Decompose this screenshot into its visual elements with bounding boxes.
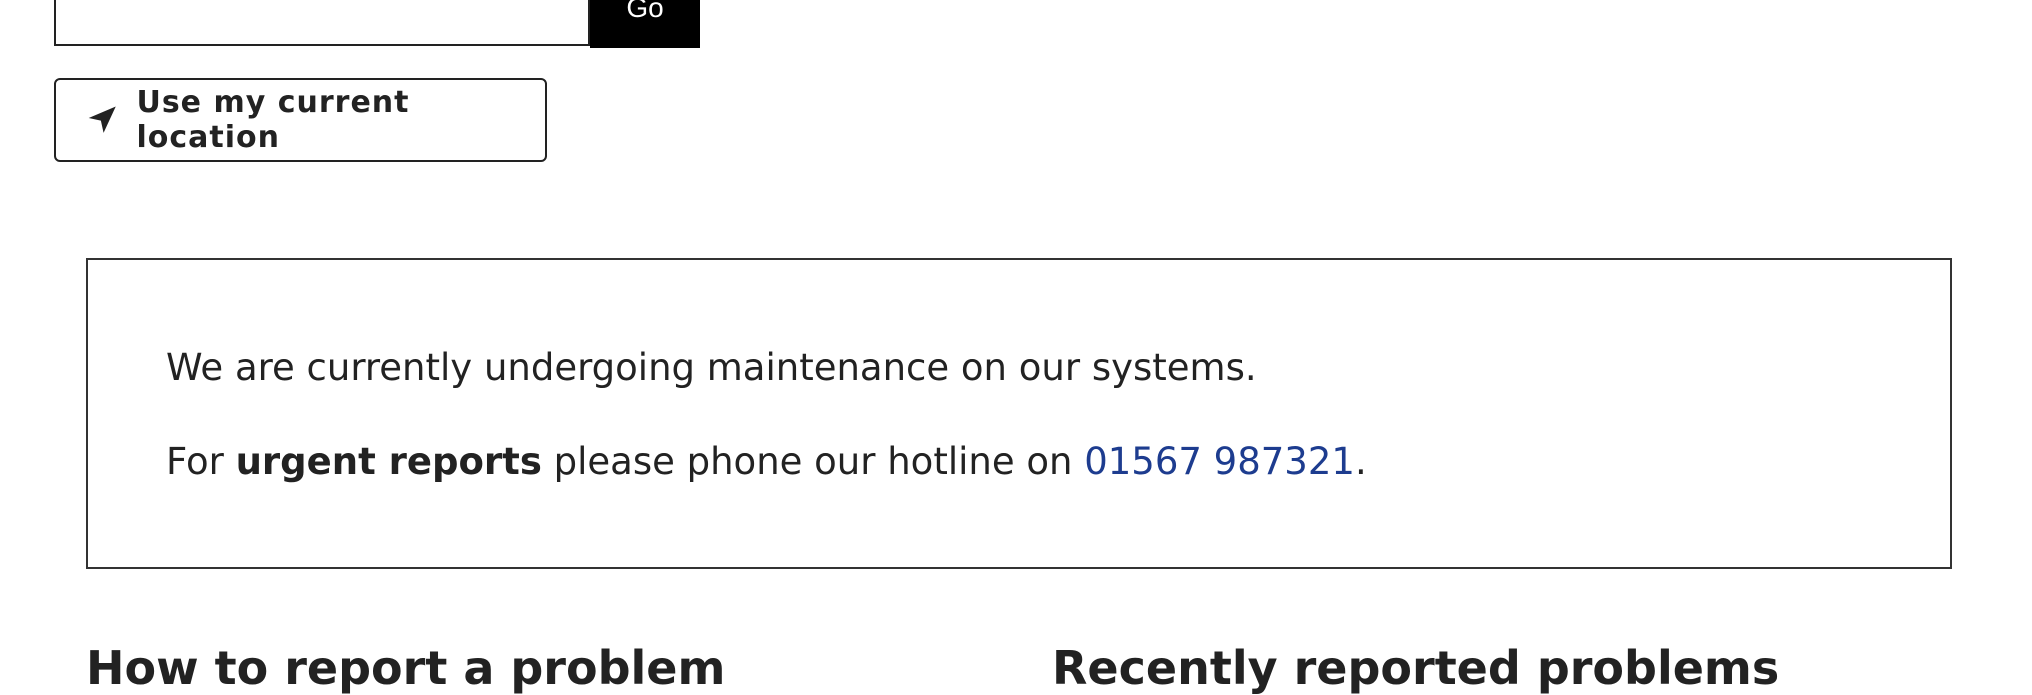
notice-hotline-text: For urgent reports please phone our hotl… [166,440,1367,483]
how-to-report-heading: How to report a problem [86,641,726,695]
location-search-input[interactable] [54,0,590,46]
use-current-location-label: Use my current location [136,85,410,155]
hotline-phone-link[interactable]: 01567 987321 [1084,440,1355,483]
notice-line2-prefix: For [166,440,236,483]
go-button[interactable]: Go [590,0,700,48]
navigation-arrow-icon [88,106,116,133]
recently-reported-heading: Recently reported problems [1052,641,1780,695]
maintenance-notice: We are currently undergoing maintenance … [86,258,1952,569]
notice-line2-middle: please phone our hotline on [541,440,1085,483]
notice-line2-suffix: . [1354,440,1367,483]
go-button-label: Go [626,0,664,23]
notice-maintenance-text: We are currently undergoing maintenance … [166,346,1257,389]
notice-urgent-reports: urgent reports [235,440,542,483]
use-current-location-button[interactable]: Use my current location [54,78,547,162]
